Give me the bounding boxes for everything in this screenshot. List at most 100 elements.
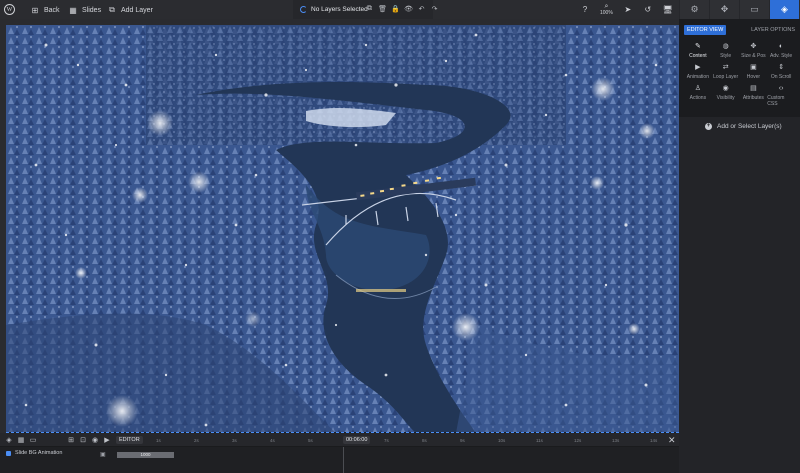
- layer-option-label: Animation: [686, 74, 709, 80]
- scroll-icon: ⇕: [778, 64, 785, 71]
- layer-option-on-scroll[interactable]: ⇕ On Scroll: [767, 64, 795, 80]
- layer-option-label: On Scroll: [770, 74, 792, 80]
- zoom-control[interactable]: ⌕ 100%: [600, 3, 613, 16]
- add-select-label: Add or Select Layer(s): [717, 123, 782, 130]
- cursor-icon[interactable]: ➤: [623, 5, 633, 15]
- layer-option-label: Adv. Style: [770, 53, 793, 59]
- settings-tab-gear-icon[interactable]: ⚙: [679, 0, 709, 19]
- timeline-tick: 12s: [574, 438, 582, 443]
- timeline-tick: 10s: [498, 438, 506, 443]
- folder-icon[interactable]: ▭: [29, 436, 37, 444]
- code-icon: ‹›: [778, 85, 784, 92]
- slide-canvas[interactable]: [6, 25, 679, 433]
- layer-option-style[interactable]: ◍ Style: [712, 43, 740, 59]
- add-layer-label: Add Layer: [121, 6, 153, 14]
- layer-color-icon: [6, 450, 11, 456]
- undo-icon[interactable]: ↶: [418, 4, 425, 13]
- grid-view-icon[interactable]: ▦: [17, 436, 25, 444]
- lock-icon[interactable]: 🔒: [391, 4, 400, 13]
- lock-timeline-icon[interactable]: ⊡: [79, 436, 87, 444]
- desktop-view-icon[interactable]: 🖥: [663, 5, 673, 15]
- layer-option-label: Loop Layer: [713, 74, 739, 80]
- loop-icon: ⇄: [722, 64, 729, 71]
- add-select-layers-button[interactable]: + Add or Select Layer(s): [705, 123, 782, 130]
- animation-duration-bar[interactable]: 1000: [117, 452, 174, 458]
- slides-button[interactable]: ▦ Slides: [68, 5, 101, 15]
- eye-icon: ◉: [722, 85, 729, 92]
- layer-option-size-pos[interactable]: ✥ Size & Pos: [740, 43, 768, 59]
- timeline-tick: 9s: [460, 438, 465, 443]
- layer-option-label: Attributes: [742, 95, 764, 101]
- audio-icon[interactable]: ◉: [91, 436, 99, 444]
- side-panel-tabs: ⚙ ✥ ▭ ◈: [679, 0, 800, 19]
- layers-tab-layers-icon[interactable]: ◈: [769, 0, 799, 19]
- navigation-tab-arrows-icon[interactable]: ✥: [709, 0, 739, 19]
- layer-option-custom-css[interactable]: ‹› Custom CSS: [767, 85, 795, 107]
- palette-icon: ◍: [722, 43, 729, 50]
- camera-icon[interactable]: ▣: [100, 451, 106, 458]
- back-button[interactable]: ⊞ Back: [30, 5, 60, 15]
- layer-option-actions[interactable]: ♙ Actions: [684, 85, 712, 107]
- layer-option-label: Hover: [746, 74, 761, 80]
- add-layer-button[interactable]: ⧉ Add Layer: [107, 5, 153, 15]
- layers-add-icon: ⧉: [109, 5, 115, 14]
- layer-option-grid: ✎ Content ◍ Style ✥ Size & Pos ◐ Adv. Style ▶ Ani…: [684, 43, 795, 107]
- layer-option-label: Visibility: [716, 95, 735, 101]
- slides-icon: ▦: [69, 5, 77, 15]
- timeline: ◈ ▦ ▭ ⊞ ⊡ ◉ ▶ EDITOR 1s 2s 3s 4s 5s 7s 8s 9s 10s…: [0, 433, 679, 473]
- layer-option-loop-layer[interactable]: ⇄ Loop Layer: [712, 64, 740, 80]
- timeline-tick: 13s: [612, 438, 620, 443]
- layer-options-header: EDITOR VIEW LAYER OPTIONS ✎ Content ◍ Style…: [679, 19, 800, 117]
- right-toolbar: ? ⌕ 100% ➤ ↺ 🖥: [580, 0, 673, 19]
- visibility-icon[interactable]: 👁: [404, 4, 413, 13]
- layer-option-animation[interactable]: ▶ Animation: [684, 64, 712, 80]
- wordpress-logo-icon[interactable]: W: [4, 4, 15, 15]
- duplicate-icon[interactable]: ⧉: [366, 4, 373, 13]
- playhead-time[interactable]: 00:06:00: [343, 436, 371, 444]
- layer-option-hover[interactable]: ▣ Hover: [740, 64, 768, 80]
- timeline-ticks: 1s 2s 3s 4s 5s 7s 8s 9s 10s 11s 12s 13s 14s: [150, 438, 660, 447]
- timeline-tick: 8s: [422, 438, 427, 443]
- mouse-icon: ▣: [750, 64, 757, 71]
- close-timeline-icon[interactable]: ✕: [668, 435, 676, 446]
- editor-mode-tag[interactable]: EDITOR: [116, 436, 143, 444]
- tab-editor-view[interactable]: EDITOR VIEW: [684, 25, 727, 35]
- layer-option-adv-style[interactable]: ◐ Adv. Style: [767, 43, 795, 59]
- layer-quick-tools: ⧉ 🗑 🔒 👁 ↶ ↷: [366, 4, 438, 13]
- timeline-tick: 4s: [270, 438, 275, 443]
- help-icon[interactable]: ?: [580, 5, 590, 15]
- layer-option-label: Content: [689, 53, 707, 59]
- timeline-tick: 3s: [232, 438, 237, 443]
- play-icon[interactable]: ▶: [103, 436, 111, 444]
- tab-layer-options[interactable]: LAYER OPTIONS: [751, 27, 795, 33]
- timeline-layer-label: Slide BG Animation: [15, 450, 63, 456]
- fit-icon[interactable]: ⊞: [67, 436, 75, 444]
- timeline-tick: 1s: [156, 438, 161, 443]
- status-label: No Layers Selected: [311, 6, 368, 13]
- timeline-header: ◈ ▦ ▭ ⊞ ⊡ ◉ ▶ EDITOR 1s 2s 3s 4s 5s 7s 8s 9s 10s…: [0, 433, 679, 447]
- layer-option-label: Style: [720, 53, 732, 59]
- document-icon: ▤: [750, 85, 757, 92]
- timeline-tick: 14s: [650, 438, 658, 443]
- redo-icon[interactable]: ↷: [431, 4, 438, 13]
- history-icon[interactable]: ↺: [643, 5, 653, 15]
- move-icon: ✥: [750, 43, 757, 50]
- timeline-layer-row[interactable]: Slide BG Animation: [6, 450, 62, 456]
- grid-icon: ⊞: [31, 5, 39, 15]
- layer-option-content[interactable]: ✎ Content: [684, 43, 712, 59]
- timeline-tick: 11s: [536, 438, 543, 443]
- top-toolbar: W ⊞ Back ▦ Slides ⧉ Add Layer No Layers …: [0, 0, 800, 19]
- timeline-tick: 5s: [308, 438, 313, 443]
- slide-background-image: [6, 25, 679, 432]
- layer-option-visibility[interactable]: ◉ Visibility: [712, 85, 740, 107]
- layers-icon[interactable]: ◈: [5, 436, 13, 444]
- timeline-tick: 7s: [384, 438, 389, 443]
- pencil-icon: ✎: [694, 43, 701, 50]
- layer-option-attributes[interactable]: ▤ Attributes: [740, 85, 768, 107]
- slide-tab-slides-icon[interactable]: ▭: [739, 0, 769, 19]
- contrast-icon: ◐: [779, 43, 784, 50]
- zoom-label: 100%: [600, 9, 613, 16]
- delete-icon[interactable]: 🗑: [378, 4, 387, 13]
- playhead-line[interactable]: [343, 447, 344, 473]
- plus-circle-icon: +: [705, 123, 712, 130]
